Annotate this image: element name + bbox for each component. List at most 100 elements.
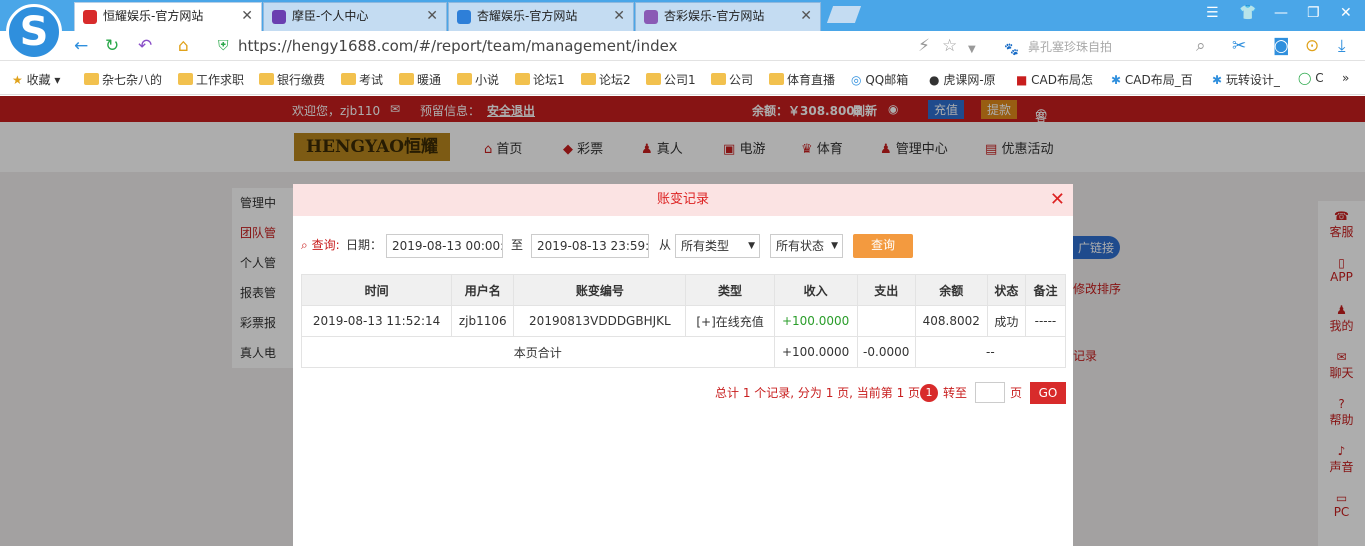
page-number-button[interactable]: 1 [920,384,938,402]
tab-xingcai[interactable]: 杏彩娱乐-官方网站 ✕ [635,2,821,31]
search-icon[interactable]: ⌕ [1196,36,1206,56]
tab-label: 恒耀娱乐-官方网站 [103,9,204,23]
bookmark-label: 虎课网-原 [943,73,996,87]
bookmark-item[interactable]: ✱ 玩转设计_ [1212,71,1280,88]
reload-icon[interactable]: ↻ [105,36,119,56]
cell-expense [856,305,916,337]
bookmark-item[interactable]: 工作求职 [178,71,244,88]
summary-label: 本页合计 [301,336,775,368]
browser-logo-icon [6,4,62,60]
bookmark-item[interactable]: ✱ CAD布局_百 [1111,71,1193,88]
end-date-value: 2019-08-13 23:59:59 [537,239,649,253]
minimize-icon[interactable]: — [1274,5,1288,21]
close-icon[interactable]: ✕ [1050,184,1065,216]
folder-icon [581,73,596,85]
cell-income: +100.0000 [773,305,858,337]
folder-icon [178,73,193,85]
cad-icon: ■ [1016,73,1028,87]
end-date-input[interactable]: 2019-08-13 23:59:59 [531,234,649,258]
folder-icon [341,73,356,85]
column-header: 状态 [986,274,1026,306]
go-button[interactable]: GO [1030,382,1066,404]
skin-icon[interactable]: 👕 [1239,5,1256,21]
summary-expense: -0.0000 [856,336,916,368]
search-input[interactable]: 鼻孔塞珍珠自拍 [1028,38,1112,55]
bookmark-item[interactable]: 体育直播 [769,71,835,88]
bookmark-item[interactable]: 暖通 [399,71,441,88]
cell-transaction-id: 20190813VDDDGBHJKL [513,305,687,337]
chevron-down-icon[interactable]: ▼ [968,40,976,60]
mail-icon: ◎ [851,73,862,87]
bookmark-item[interactable]: 杂七杂八的 [84,71,162,88]
tab-mochen[interactable]: 摩臣-个人中心 ✕ [263,2,447,31]
bookmark-item[interactable]: 银行缴费 [259,71,325,88]
back-icon[interactable]: ← [74,36,88,56]
cell-balance: 408.8002 [914,305,988,337]
bookmark-favorites[interactable]: ★ 收藏 ▾ [12,71,60,88]
tab-xingyao[interactable]: 杏耀娱乐-官方网站 ✕ [448,2,634,31]
paw-icon: 🐾 [1004,42,1019,56]
more-icon[interactable]: ⊙ [1305,36,1319,56]
bookmark-label: 玩转设计_ [1225,73,1280,87]
url-text: https://hengy1688.com/#/report/team/mana… [238,37,678,55]
folder-icon [711,73,726,85]
close-icon[interactable]: ✕ [241,3,253,30]
screenshot-icon[interactable]: ◙ [1273,36,1290,56]
bookmark-label: 体育直播 [787,73,836,87]
home-icon[interactable]: ⌂ [178,36,189,56]
bookmark-label: 银行缴费 [277,73,326,87]
type-select[interactable]: 所有类型 [675,234,760,258]
start-date-input[interactable]: 2019-08-13 00:00:00 [386,234,503,258]
lightning-icon[interactable]: ⚡ [918,36,930,56]
column-header: 收入 [773,274,858,306]
bookmark-label: 论坛2 [599,73,631,87]
cell-remark: ----- [1024,305,1067,337]
tab-hengyao[interactable]: 恒耀娱乐-官方网站 ✕ [74,2,262,31]
cell-time: 2019-08-13 11:52:14 [300,305,453,337]
bookmark-label: 公司 [729,73,754,87]
close-icon[interactable]: ✕ [426,3,438,30]
star-icon[interactable]: ☆ [942,36,957,56]
tab-label: 杏彩娱乐-官方网站 [664,9,765,23]
address-bar[interactable]: https://hengy1688.com/#/report/team/mana… [238,37,677,55]
table-row: 2019-08-13 11:52:14 zjb1106 20190813VDDD… [300,305,1067,337]
bookmark-label: 工作求职 [196,73,245,87]
bookmark-item[interactable]: 论坛1 [515,71,565,88]
column-header: 用户名 [451,274,515,306]
bookmark-label: 暖通 [417,73,442,87]
folder-icon [84,73,99,85]
goto-page-input[interactable] [975,382,1005,403]
bookmark-item[interactable]: ◎ QQ邮箱 [851,71,908,88]
more-bookmarks-icon[interactable]: » [1342,71,1349,85]
window-close-icon[interactable]: ✕ [1340,5,1352,21]
close-icon[interactable]: ✕ [800,3,812,30]
bookmark-item[interactable]: ◯ C [1298,71,1324,85]
folder-icon [457,73,472,85]
bookmark-item[interactable]: 小说 [457,71,499,88]
transaction-record-modal: 账变记录 ✕ ⌕ 查询: 日期： 2019-08-13 00:00:00 至 2… [293,184,1073,546]
bookmark-item[interactable]: 论坛2 [581,71,631,88]
table-header-row: 时间 用户名 账变编号 类型 收入 支出 余额 状态 备注 [300,274,1067,306]
bookmark-item[interactable]: ● 虎课网-原 [929,71,996,88]
folder-icon [515,73,530,85]
bookmark-item[interactable]: 公司 [711,71,753,88]
query-label: ⌕ 查询: [301,234,340,258]
close-icon[interactable]: ✕ [613,3,625,30]
status-select[interactable]: 所有状态 [770,234,843,258]
undo-icon[interactable]: ↶ [138,36,152,56]
download-icon[interactable]: ⤓ [1338,36,1346,56]
site-favicon-icon [644,10,658,24]
new-tab-button[interactable] [826,6,862,23]
bookmark-item[interactable]: ■ CAD布局怎 [1016,71,1093,88]
bookmark-label: 考试 [359,73,384,87]
table-summary-row: 本页合计 +100.0000 -0.0000 -- [301,336,1067,368]
maximize-icon[interactable]: ❐ [1307,5,1320,21]
bookmark-item[interactable]: 考试 [341,71,383,88]
bookmark-label: C [1315,71,1324,85]
bookmark-item[interactable]: 公司1 [646,71,696,88]
scissors-icon[interactable]: ✂ [1232,36,1246,56]
menu-icon[interactable]: ☰ [1206,5,1219,21]
query-button[interactable]: 查询 [853,234,913,258]
to-label: 至 [511,238,524,252]
page-unit-label: 页 [1010,386,1023,400]
